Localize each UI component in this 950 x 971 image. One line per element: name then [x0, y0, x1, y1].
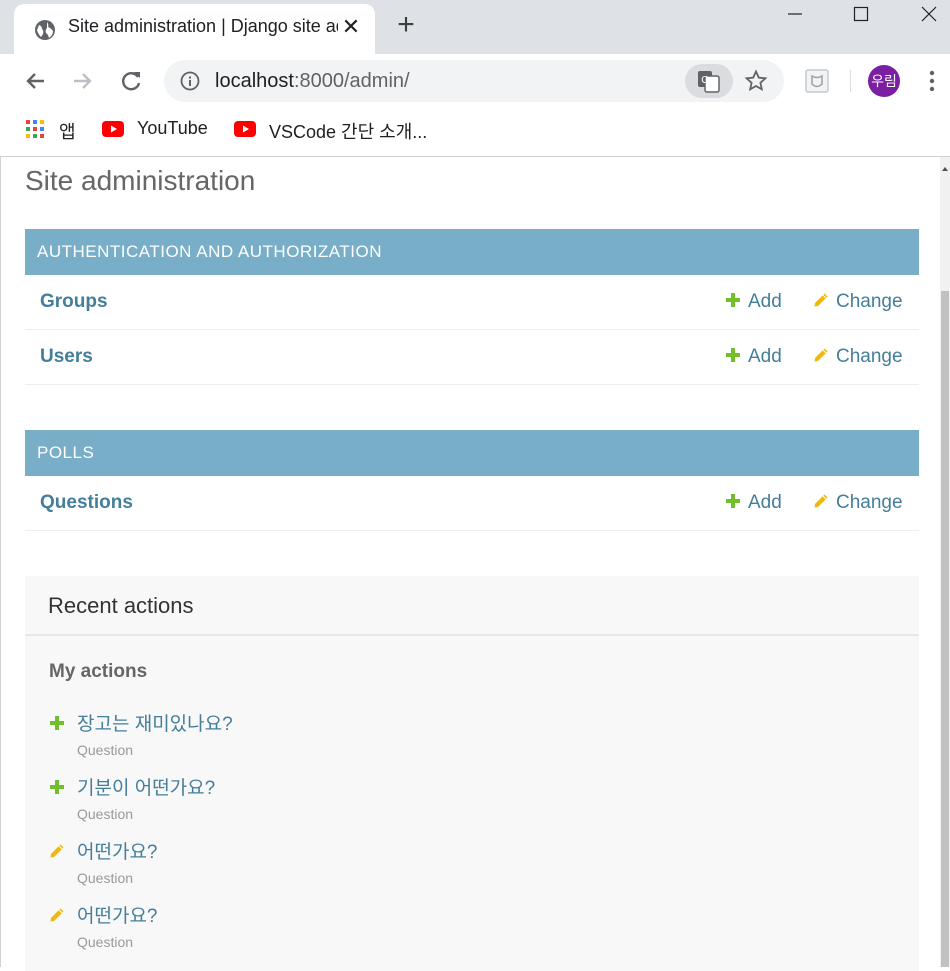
browser-toolbar: localhost:8000/admin/ G 우림	[0, 54, 950, 108]
translate-button[interactable]: G	[685, 64, 733, 98]
info-icon[interactable]	[180, 71, 200, 91]
page-title: Site administration	[25, 165, 256, 196]
add-label: Add	[748, 291, 782, 312]
pencil-icon	[814, 494, 828, 508]
model-row-groups: Groups Add Change	[25, 275, 919, 330]
svg-text:G: G	[701, 75, 709, 86]
pencil-icon	[50, 908, 64, 922]
bookmarks-bar: 앱 YouTube VSCode 간단 소개...	[0, 108, 950, 150]
page-scrollbar[interactable]	[940, 157, 950, 967]
action-item: 장고는 재미있나요? Question	[49, 709, 649, 759]
browser-tab[interactable]: Site administration | Django site admin …	[14, 4, 375, 54]
bookmark-label: YouTube	[137, 118, 208, 138]
module-caption[interactable]: POLLS	[25, 430, 919, 476]
toolbar-separator	[850, 70, 851, 92]
tab-close-icon[interactable]: ✕	[340, 16, 362, 38]
add-label: Add	[748, 492, 782, 513]
youtube-icon	[102, 121, 124, 137]
change-link[interactable]: Change	[813, 291, 903, 313]
change-label: Change	[836, 346, 903, 367]
action-type: Question	[77, 742, 134, 758]
plus-icon	[50, 780, 64, 794]
new-tab-icon[interactable]: +	[392, 10, 420, 40]
action-item: 어떤가요? Question	[49, 837, 649, 887]
tab-strip: Site administration | Django site admin …	[0, 0, 950, 54]
youtube-icon	[234, 121, 256, 137]
apps-grid-icon	[26, 120, 44, 138]
action-item: 어떤가요? Question	[49, 901, 649, 951]
address-bar[interactable]: localhost:8000/admin/ G	[164, 60, 784, 102]
url-text[interactable]: localhost:8000/admin/	[215, 70, 410, 93]
minimize-window-icon[interactable]	[772, 2, 818, 26]
translate-icon: G	[698, 71, 720, 93]
action-type: Question	[77, 806, 134, 822]
add-link[interactable]: Add	[725, 492, 782, 514]
action-link[interactable]: 어떤가요?	[77, 837, 158, 864]
maximize-window-icon[interactable]	[838, 2, 884, 26]
scrollbar-thumb[interactable]	[941, 291, 949, 967]
recent-actions-panel: Recent actions My actions 장고는 재미있나요? Que…	[25, 576, 919, 971]
recent-actions-title: Recent actions	[48, 593, 194, 618]
model-row-users: Users Add Change	[25, 330, 919, 385]
change-link[interactable]: Change	[813, 346, 903, 368]
action-item: 기분이 어떤가요? Question	[49, 773, 649, 823]
module-auth: AUTHENTICATION AND AUTHORIZATION Groups …	[25, 229, 919, 385]
forward-arrow-icon[interactable]	[68, 66, 98, 96]
tab-title: Site administration | Django site admin	[68, 16, 338, 36]
back-arrow-icon[interactable]	[20, 66, 50, 96]
extension-icon[interactable]	[804, 68, 830, 94]
module-polls: POLLS Questions Add Change	[25, 430, 919, 531]
pencil-icon	[50, 844, 64, 858]
change-link[interactable]: Change	[813, 492, 903, 514]
model-link-questions[interactable]: Questions	[40, 492, 133, 514]
action-link[interactable]: 기분이 어떤가요?	[77, 773, 215, 800]
url-path: :8000/admin/	[293, 70, 410, 92]
change-label: Change	[836, 492, 903, 513]
reload-icon[interactable]	[116, 66, 146, 96]
change-label: Change	[836, 291, 903, 312]
pencil-icon	[814, 348, 828, 362]
recent-divider	[25, 634, 919, 636]
add-label: Add	[748, 346, 782, 367]
bookmark-label: VSCode 간단 소개...	[269, 122, 428, 142]
plus-icon	[726, 348, 740, 362]
add-link[interactable]: Add	[725, 291, 782, 313]
profile-avatar[interactable]: 우림	[868, 65, 900, 97]
admin-page: Site administration AUTHENTICATION AND A…	[0, 157, 940, 971]
action-type: Question	[77, 934, 134, 950]
plus-icon	[726, 293, 740, 307]
pencil-icon	[814, 293, 828, 307]
model-row-questions: Questions Add Change	[25, 476, 919, 531]
globe-icon	[35, 20, 55, 40]
model-link-users[interactable]: Users	[40, 346, 93, 368]
add-link[interactable]: Add	[725, 346, 782, 368]
my-actions-heading: My actions	[49, 661, 148, 682]
action-link[interactable]: 어떤가요?	[77, 901, 158, 928]
action-link[interactable]: 장고는 재미있나요?	[77, 709, 233, 736]
model-link-groups[interactable]: Groups	[40, 291, 108, 313]
menu-dots-icon[interactable]	[922, 68, 942, 94]
url-host: localhost	[215, 70, 294, 92]
module-caption[interactable]: AUTHENTICATION AND AUTHORIZATION	[25, 229, 919, 275]
plus-icon	[726, 494, 740, 508]
bookmark-label: 앱	[59, 122, 76, 142]
close-window-icon[interactable]	[906, 2, 950, 26]
bookmark-star-icon[interactable]	[744, 69, 768, 93]
scroll-up-arrow-icon[interactable]	[942, 167, 948, 171]
plus-icon	[50, 716, 64, 730]
action-type: Question	[77, 870, 134, 886]
